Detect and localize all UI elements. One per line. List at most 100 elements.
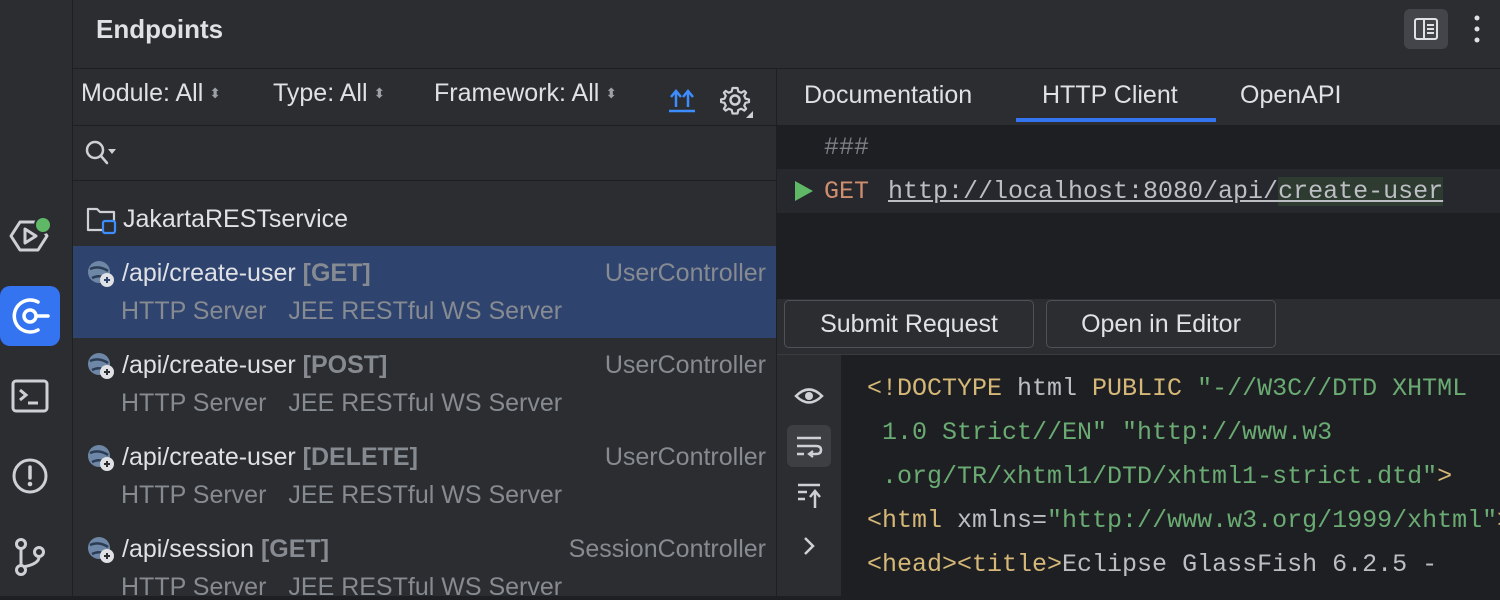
type-filter-label: Type: All bbox=[273, 79, 368, 107]
endpoint-path-text: /api/create-user bbox=[122, 259, 296, 287]
module-folder-icon bbox=[86, 207, 117, 235]
endpoint-details-panel: Documentation HTTP Client OpenAPI ### GE… bbox=[777, 69, 1500, 600]
endpoint-path-text: /api/session bbox=[122, 535, 255, 563]
endpoint-path-text: /api/create-user bbox=[122, 443, 296, 471]
search-row bbox=[73, 126, 776, 181]
collapse-all-icon bbox=[669, 89, 695, 113]
request-method: GET bbox=[824, 177, 870, 206]
response-line: <head><title>Eclipse GlassFish 6.2.5 - bbox=[867, 543, 1500, 587]
response-line: 1.0 Strict//EN" "http://www.w3 bbox=[867, 411, 1500, 455]
code-token: .org/TR/xhtml1/DTD/xhtml1-strict.dtd" bbox=[867, 462, 1438, 491]
endpoints-list-panel: Module: All ⬍ Type: All ⬍ Framework: All ⬍ bbox=[73, 69, 777, 600]
submit-request-button[interactable]: Submit Request bbox=[784, 300, 1034, 348]
request-url-base: http://localhost:8080/api/ bbox=[888, 177, 1279, 206]
services-button[interactable] bbox=[0, 206, 60, 266]
endpoint-framework: JEE RESTful WS Server bbox=[288, 481, 563, 509]
more-vertical-icon bbox=[1474, 15, 1480, 43]
tree-root-label: JakartaRESTservice bbox=[123, 204, 349, 233]
bottom-border bbox=[0, 596, 1500, 600]
open-in-editor-button[interactable]: Open in Editor bbox=[1046, 300, 1276, 348]
collapse-all-button[interactable] bbox=[667, 85, 697, 115]
module-filter[interactable]: Module: All ⬍ bbox=[81, 79, 221, 108]
search-options-button[interactable] bbox=[83, 138, 123, 168]
settings-button[interactable] bbox=[719, 85, 754, 119]
response-viewer: <!DOCTYPE html PUBLIC "-//W3C//DTD XHTML… bbox=[777, 354, 1500, 600]
soft-wrap-button[interactable] bbox=[787, 425, 831, 467]
problems-button[interactable] bbox=[0, 446, 60, 506]
preview-button[interactable] bbox=[787, 375, 831, 417]
request-url-highlight: create-user bbox=[1278, 177, 1444, 206]
endpoint-method: [GET] bbox=[260, 535, 330, 563]
web-endpoint-icon bbox=[88, 445, 114, 471]
endpoint-controller: SessionController bbox=[568, 535, 766, 563]
terminal-button[interactable] bbox=[0, 366, 60, 426]
request-separator: ### bbox=[824, 133, 870, 162]
endpoint-path: /api/create-user [POST] bbox=[122, 351, 387, 380]
endpoint-server: HTTP Server bbox=[121, 297, 267, 325]
endpoints-tree: JakartaRESTservice /api/create-user [GET… bbox=[73, 181, 776, 600]
code-token: "-//W3C//DTD XHTML bbox=[1182, 374, 1468, 403]
chevron-right-icon bbox=[804, 537, 815, 555]
endpoint-method: [GET] bbox=[302, 259, 371, 287]
endpoint-controller: UserController bbox=[604, 443, 766, 471]
expand-toolbar-button[interactable] bbox=[787, 525, 831, 567]
run-icon bbox=[795, 181, 813, 201]
tab-openapi[interactable]: OpenAPI bbox=[1240, 81, 1341, 110]
module-filter-label: Module: All bbox=[81, 79, 204, 107]
scroll-to-top-button[interactable] bbox=[787, 475, 831, 517]
endpoint-method: [POST] bbox=[302, 351, 388, 379]
layout-icon bbox=[1414, 18, 1438, 40]
response-line: <!DOCTYPE html PUBLIC "-//W3C//DTD XHTML bbox=[867, 367, 1500, 411]
endpoint-row[interactable]: /api/create-user [DELETE] UserController… bbox=[73, 430, 776, 522]
tool-window-title: Endpoints bbox=[96, 14, 224, 44]
git-button[interactable] bbox=[0, 526, 60, 586]
terminal-icon bbox=[11, 379, 49, 413]
search-icon bbox=[85, 140, 116, 165]
active-tab-indicator bbox=[1016, 118, 1216, 122]
code-token: xmlns= bbox=[942, 506, 1048, 535]
endpoint-path-text: /api/create-user bbox=[122, 351, 296, 379]
dropdown-arrows-icon: ⬍ bbox=[605, 85, 618, 101]
endpoint-path: /api/session [GET] bbox=[122, 535, 329, 564]
code-token: 1.0 Strict//EN" "http://www.w3 bbox=[867, 418, 1333, 447]
activity-bar bbox=[0, 0, 73, 600]
code-token: Eclipse GlassFish 6.2.5 - bbox=[1062, 550, 1453, 579]
filter-bar: Module: All ⬍ Type: All ⬍ Framework: All ⬍ bbox=[73, 69, 776, 126]
web-endpoint-icon bbox=[88, 261, 114, 287]
code-token: <head><title> bbox=[867, 550, 1063, 579]
framework-filter[interactable]: Framework: All ⬍ bbox=[434, 79, 617, 108]
code-token: "http://www.w3.org/1999/xhtml" bbox=[1047, 506, 1498, 535]
toggle-layout-button[interactable] bbox=[1404, 9, 1448, 49]
response-body[interactable]: <!DOCTYPE html PUBLIC "-//W3C//DTD XHTML… bbox=[867, 367, 1500, 587]
tool-window-header: Endpoints bbox=[73, 0, 1500, 69]
scroll-to-top-icon bbox=[798, 483, 821, 508]
tree-root-module[interactable]: JakartaRESTservice bbox=[85, 201, 348, 237]
endpoints-button[interactable] bbox=[0, 286, 60, 346]
endpoint-framework: JEE RESTful WS Server bbox=[288, 297, 563, 325]
request-line: GET http://localhost:8080/api/create-use… bbox=[777, 169, 1500, 213]
run-request-button[interactable] bbox=[793, 179, 815, 208]
endpoint-row[interactable]: /api/create-user [GET] UserController HT… bbox=[73, 246, 776, 338]
endpoint-server: HTTP Server bbox=[121, 481, 267, 509]
search-input[interactable] bbox=[129, 134, 763, 172]
http-request-editor[interactable]: ### GET http://localhost:8080/api/create… bbox=[777, 125, 1500, 299]
endpoint-row[interactable]: /api/session [GET] SessionController HTT… bbox=[73, 522, 776, 600]
endpoint-meta: HTTP Server JEE RESTful WS Server bbox=[121, 297, 562, 326]
code-token: > bbox=[1437, 462, 1453, 491]
gear-icon bbox=[719, 86, 753, 118]
tab-documentation[interactable]: Documentation bbox=[804, 81, 972, 110]
framework-filter-label: Framework: All bbox=[434, 79, 600, 107]
git-branch-icon bbox=[15, 538, 45, 576]
request-url[interactable]: http://localhost:8080/api/create-user bbox=[888, 177, 1444, 206]
web-endpoint-icon bbox=[88, 537, 114, 563]
soft-wrap-icon bbox=[797, 436, 823, 458]
code-token: <!DOCTYPE bbox=[867, 374, 1003, 403]
code-token: html bbox=[1002, 374, 1093, 403]
response-line: .org/TR/xhtml1/DTD/xhtml1-strict.dtd"> bbox=[867, 455, 1500, 499]
type-filter[interactable]: Type: All ⬍ bbox=[273, 79, 385, 108]
response-line: <html xmlns="http://www.w3.org/1999/xhtm… bbox=[867, 499, 1500, 543]
endpoint-server: HTTP Server bbox=[121, 389, 267, 417]
more-options-button[interactable] bbox=[1467, 10, 1487, 48]
tab-http-client[interactable]: HTTP Client bbox=[1042, 81, 1178, 110]
endpoint-row[interactable]: /api/create-user [POST] UserController H… bbox=[73, 338, 776, 430]
